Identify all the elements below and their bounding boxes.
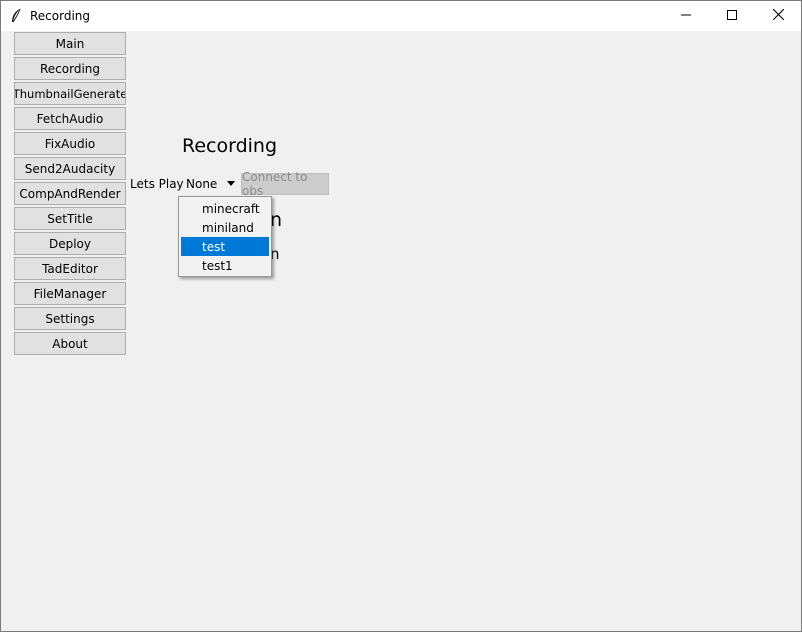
sidebar-item-tad-editor[interactable]: TadEditor [14, 257, 126, 280]
sidebar-item-file-manager[interactable]: FileManager [14, 282, 126, 305]
minimize-icon [681, 9, 691, 23]
close-button[interactable] [755, 1, 801, 31]
sidebar-item-fix-audio[interactable]: FixAudio [14, 132, 126, 155]
close-icon [772, 8, 784, 23]
lets-play-dropdown-menu: minecraft miniland test test1 [178, 196, 272, 277]
maximize-button[interactable] [709, 1, 755, 31]
sidebar-item-thumbnail-generate[interactable]: ThumbnailGenerate [14, 82, 126, 105]
lets-play-selected-value: None [186, 177, 218, 191]
dropdown-option-minecraft[interactable]: minecraft [181, 199, 269, 218]
dropdown-option-miniland[interactable]: miniland [181, 218, 269, 237]
dropdown-option-test1[interactable]: test1 [181, 256, 269, 275]
maximize-icon [727, 9, 737, 23]
page-title: Recording [182, 135, 278, 157]
dropdown-option-test[interactable]: test [181, 237, 269, 256]
title-bar[interactable]: Recording [1, 1, 801, 31]
app-window: Recording Main Recording ThumbnailGenera… [0, 0, 802, 632]
sidebar-item-set-title[interactable]: SetTitle [14, 207, 126, 230]
lets-play-select[interactable]: None [181, 173, 239, 195]
sidebar-item-comp-and-render[interactable]: CompAndRender [14, 182, 126, 205]
sidebar-item-recording[interactable]: Recording [14, 57, 126, 80]
window-title: Recording [30, 9, 91, 23]
sidebar-item-settings[interactable]: Settings [14, 307, 126, 330]
minimize-button[interactable] [663, 1, 709, 31]
sidebar-item-fetch-audio[interactable]: FetchAudio [14, 107, 126, 130]
sidebar-item-send2audacity[interactable]: Send2Audacity [14, 157, 126, 180]
sidebar-item-about[interactable]: About [14, 332, 126, 355]
dropdown-arrow-icon [227, 181, 235, 186]
feather-icon [9, 8, 23, 24]
lets-play-label: Lets Play [130, 177, 184, 191]
connect-to-obs-button[interactable]: Connect to obs [241, 170, 329, 198]
sidebar-item-deploy[interactable]: Deploy [14, 232, 126, 255]
sidebar-item-main[interactable]: Main [14, 32, 126, 55]
